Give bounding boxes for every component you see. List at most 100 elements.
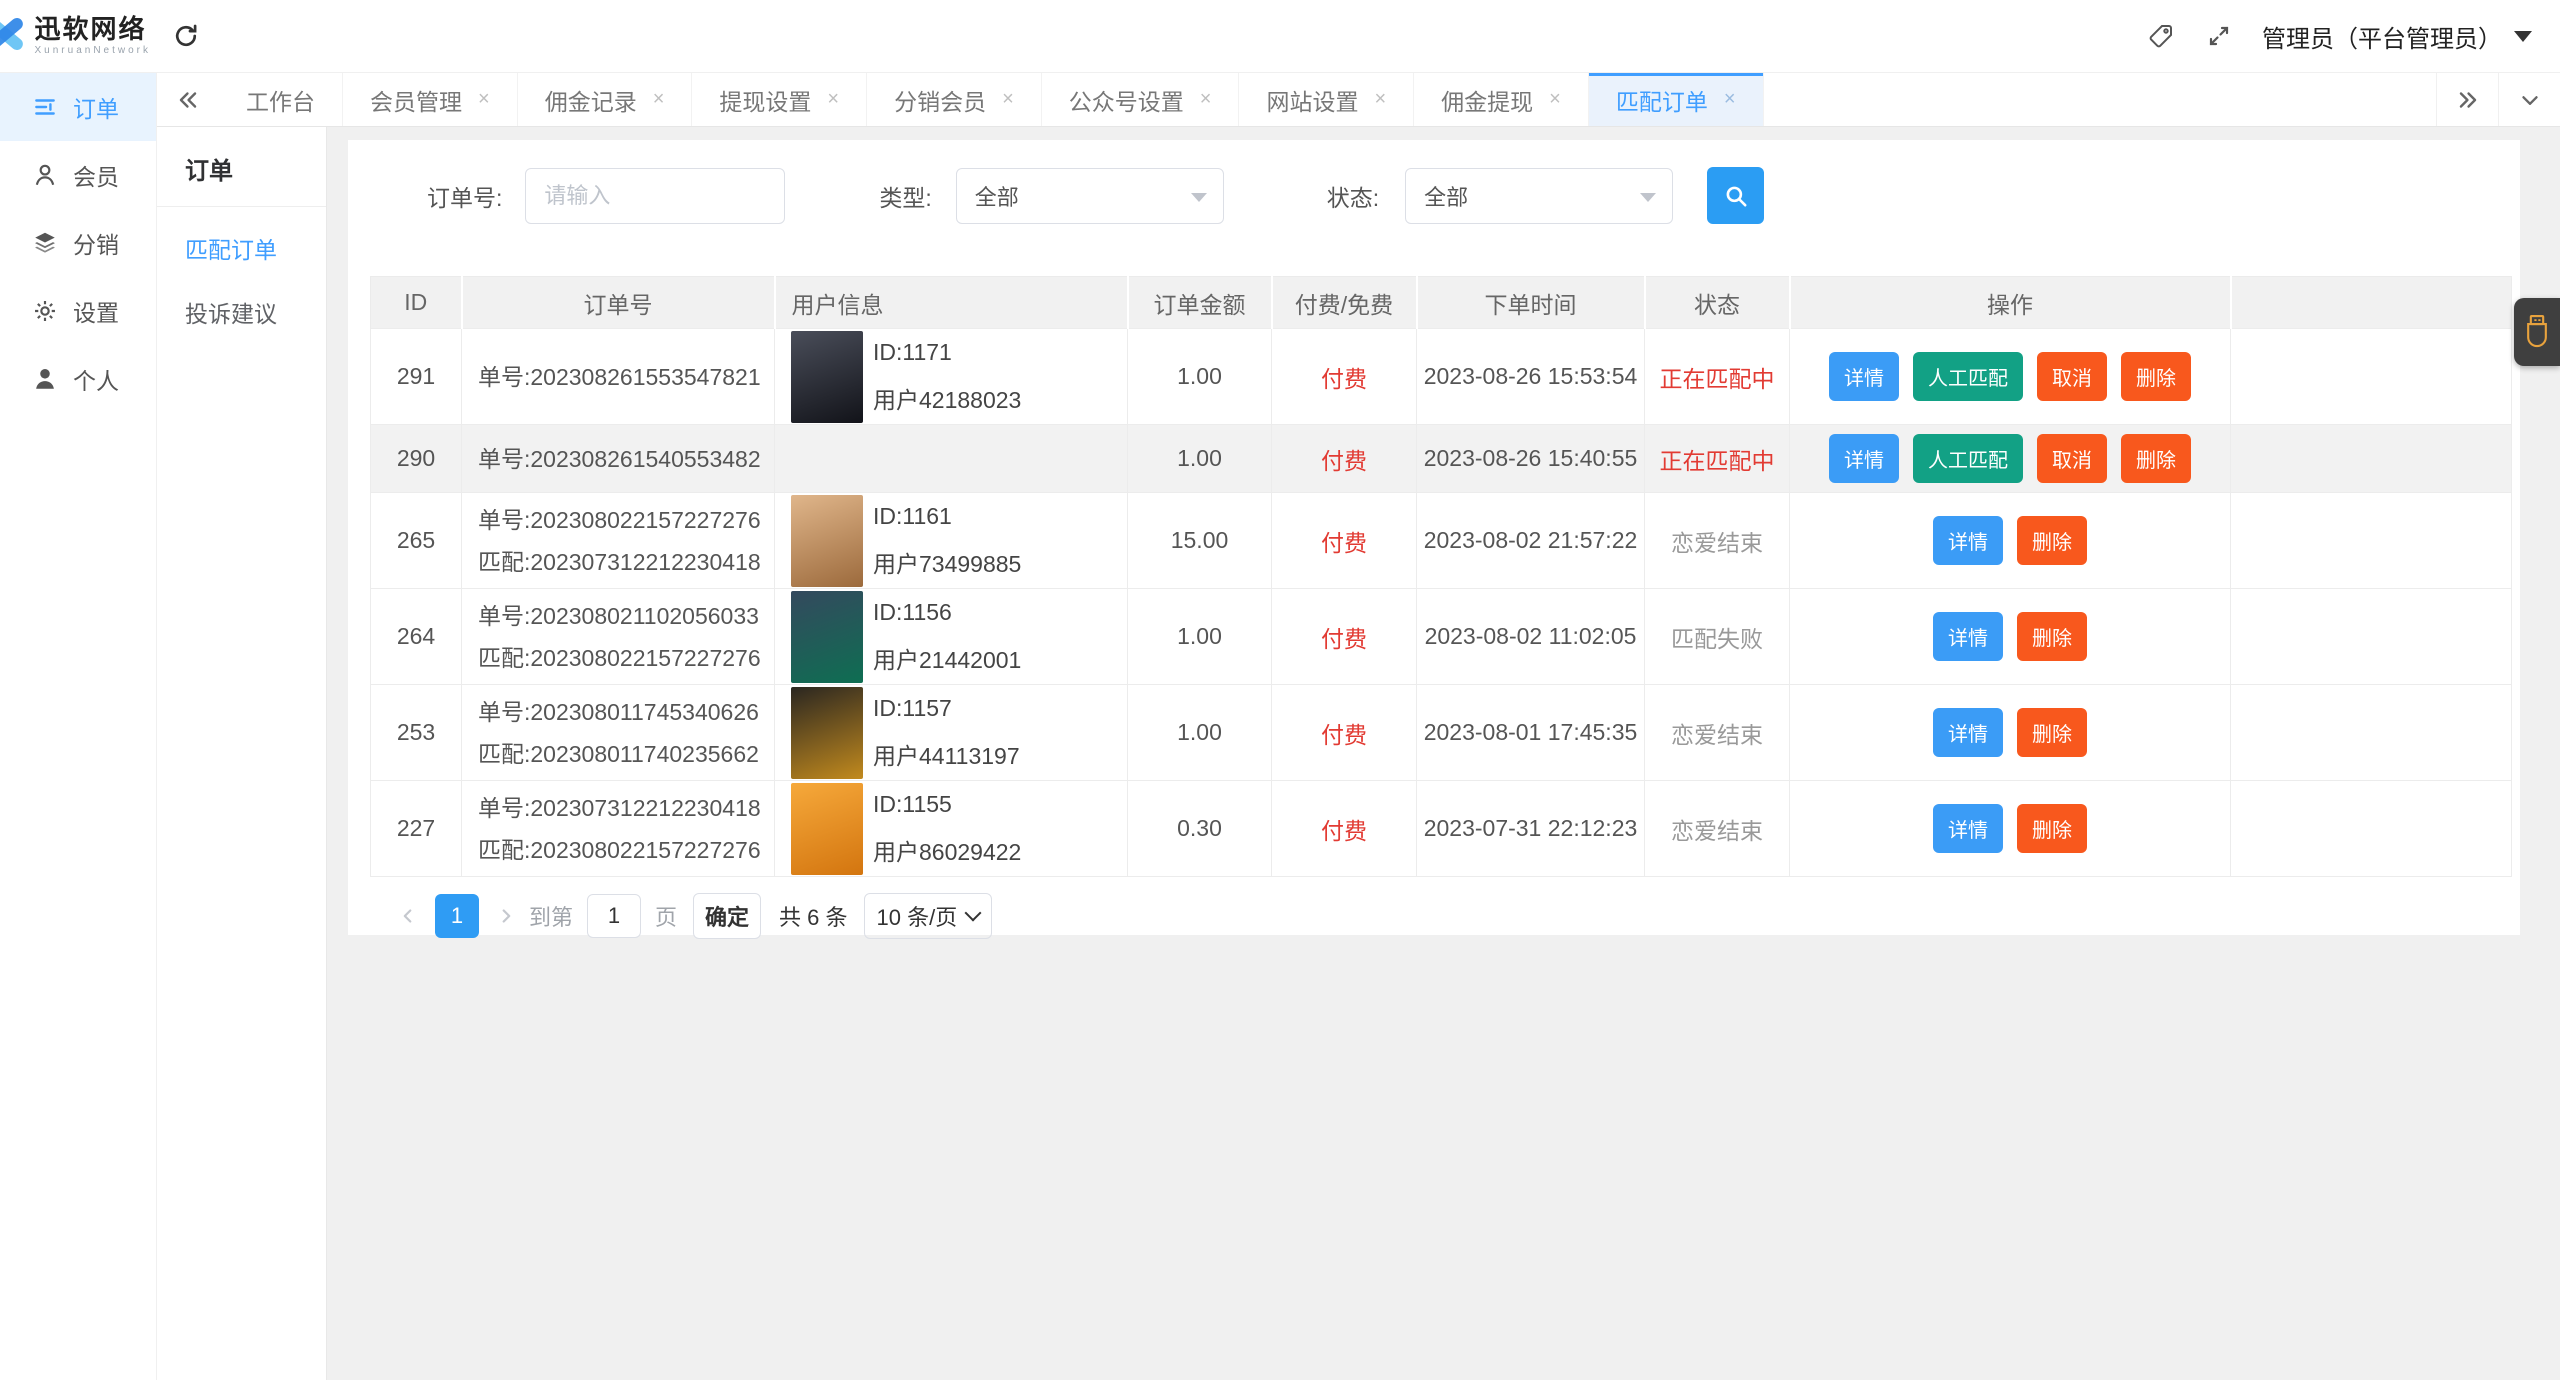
confirm-page-button[interactable]: 确定 [693, 893, 762, 939]
user-info-cell: ID:1155 用户86029422 [774, 780, 1128, 877]
submenu-title: 订单 [157, 127, 326, 207]
tab-6[interactable]: 公众号设置 × [1042, 73, 1240, 126]
submenu-item-1[interactable]: 匹配订单 [157, 207, 326, 271]
user-nickname: 用户42188023 [873, 386, 1022, 413]
close-tab-icon[interactable]: × [478, 88, 490, 111]
tab-7[interactable]: 网站设置 × [1239, 73, 1415, 126]
scroll-tabs-right-icon[interactable] [2436, 73, 2498, 126]
brand-name: 迅软网络 [34, 13, 147, 44]
page-number-button[interactable]: 1 [435, 894, 479, 938]
user-name: 管理员（平台管理员） [2262, 25, 2502, 53]
sidebar-item-2[interactable]: 会员 [0, 141, 156, 209]
sidebar-item-label: 会员 [73, 164, 119, 190]
tab-1[interactable]: 工作台 [219, 73, 343, 126]
action-button-danger-2[interactable]: 删除 [2017, 804, 2087, 853]
action-button-danger-4[interactable]: 删除 [2121, 434, 2191, 483]
close-tab-icon[interactable]: × [1002, 88, 1014, 111]
sidebar-item-1[interactable]: 订单 [0, 73, 156, 141]
action-button-danger-4[interactable]: 删除 [2121, 352, 2191, 401]
action-button-danger-3[interactable]: 取消 [2037, 434, 2107, 483]
order-no-line: 单号:202308261540553482 [478, 445, 761, 472]
status-select[interactable]: 全部 [1405, 167, 1674, 224]
chevron-down-icon [964, 904, 982, 922]
type-select[interactable]: 全部 [955, 167, 1224, 224]
column-header-7: 状态 [1644, 276, 1791, 329]
close-tab-icon[interactable]: × [827, 88, 839, 111]
status-cell: 恋爱结束 [1644, 684, 1790, 781]
action-button-info-1[interactable]: 详情 [1829, 352, 1899, 401]
fee-type-cell: 付费 [1271, 684, 1417, 781]
order-id-cell: 264 [370, 588, 462, 685]
tag-icon[interactable] [2132, 0, 2190, 72]
status-select-value: 全部 [1424, 184, 1469, 210]
search-button[interactable] [1707, 167, 1765, 224]
order-no-cell: 单号:202308011745340626 匹配:2023080117402356… [461, 684, 775, 781]
user-info-cell: ID:1161 用户73499885 [774, 492, 1128, 589]
action-button-danger-2[interactable]: 删除 [2017, 708, 2087, 757]
tab-4[interactable]: 提现设置 × [692, 73, 868, 126]
fullscreen-icon[interactable] [2190, 0, 2248, 72]
actions-cell: 详情 删除 [1789, 780, 2231, 877]
amount-cell: 1.00 [1127, 588, 1272, 685]
order-no-line: 匹配:202307312212230418 [478, 548, 761, 575]
action-button-info-1[interactable]: 详情 [1933, 612, 2003, 661]
action-button-info-1[interactable]: 详情 [1933, 804, 2003, 853]
order-no-cell: 单号:202308021102056033 匹配:2023080221572272… [461, 588, 775, 685]
user-id: ID:1171 [873, 338, 952, 365]
user-avatar [791, 590, 863, 683]
status-cell: 恋爱结束 [1644, 780, 1790, 877]
action-button-success-2[interactable]: 人工匹配 [1913, 352, 2023, 401]
order-time-cell: 2023-08-26 15:53:54 [1416, 328, 1645, 425]
action-button-danger-2[interactable]: 删除 [2017, 516, 2087, 565]
table-row: 291 单号:202308261553547821 ID:1171 用户4218802… [370, 328, 2512, 425]
action-button-danger-2[interactable]: 删除 [2017, 612, 2087, 661]
close-tab-icon[interactable]: × [1724, 88, 1736, 111]
page-size-select[interactable]: 10 条/页 [863, 893, 993, 939]
amount-cell: 1.00 [1127, 684, 1272, 781]
order-no-input[interactable] [525, 167, 786, 224]
empty-cell [2230, 684, 2512, 781]
brand-subtitle: XunruanNetwork [34, 44, 151, 56]
close-tab-icon[interactable]: × [653, 88, 665, 111]
action-button-info-1[interactable]: 详情 [1933, 516, 2003, 565]
settings-gear-icon [32, 298, 58, 324]
close-tab-icon[interactable]: × [1200, 88, 1212, 111]
tab-options-chevron-icon[interactable] [2498, 73, 2560, 126]
close-tab-icon[interactable]: × [1374, 88, 1386, 111]
tab-8[interactable]: 佣金提现 × [1414, 73, 1589, 126]
fee-type-cell: 付费 [1271, 588, 1417, 685]
tab-2[interactable]: 会员管理 × [343, 73, 518, 126]
user-nickname: 用户86029422 [873, 838, 1022, 865]
action-button-danger-3[interactable]: 取消 [2037, 352, 2107, 401]
refresh-icon[interactable] [157, 0, 215, 72]
tab-label: 分销会员 [894, 88, 987, 115]
sidebar-item-5[interactable]: 个人 [0, 345, 156, 413]
user-id: ID:1157 [873, 694, 952, 721]
order-id-cell: 290 [370, 424, 462, 493]
prev-page-icon[interactable] [395, 905, 421, 927]
type-select-value: 全部 [974, 184, 1019, 210]
tab-9[interactable]: 匹配订单 × [1588, 73, 1764, 126]
sidebar-item-4[interactable]: 设置 [0, 277, 156, 345]
page-unit-label: 页 [655, 905, 678, 930]
action-button-success-2[interactable]: 人工匹配 [1913, 434, 2023, 483]
brand-x-icon [0, 14, 27, 59]
sidebar-item-3[interactable]: 分销 [0, 209, 156, 277]
user-menu[interactable]: 管理员（平台管理员） [2248, 0, 2560, 72]
tab-5[interactable]: 分销会员 × [867, 73, 1042, 126]
amount-cell: 0.30 [1127, 780, 1272, 877]
order-id-cell: 291 [370, 328, 462, 425]
close-tab-icon[interactable]: × [1549, 88, 1561, 111]
goto-page-input[interactable] [587, 894, 642, 938]
action-button-info-1[interactable]: 详情 [1829, 434, 1899, 483]
theme-panel-toggle[interactable] [2514, 298, 2560, 366]
action-button-info-1[interactable]: 详情 [1933, 708, 2003, 757]
submenu-item-2[interactable]: 投诉建议 [157, 271, 326, 335]
next-page-icon[interactable] [493, 905, 519, 927]
total-count-label: 共 6 条 [779, 905, 848, 930]
status-cell: 恋爱结束 [1644, 492, 1790, 589]
tab-3[interactable]: 佣金记录 × [518, 73, 693, 126]
tab-label: 公众号设置 [1068, 88, 1184, 115]
fee-type-cell: 付费 [1271, 328, 1417, 425]
collapse-tabs-left-icon[interactable] [157, 73, 219, 126]
